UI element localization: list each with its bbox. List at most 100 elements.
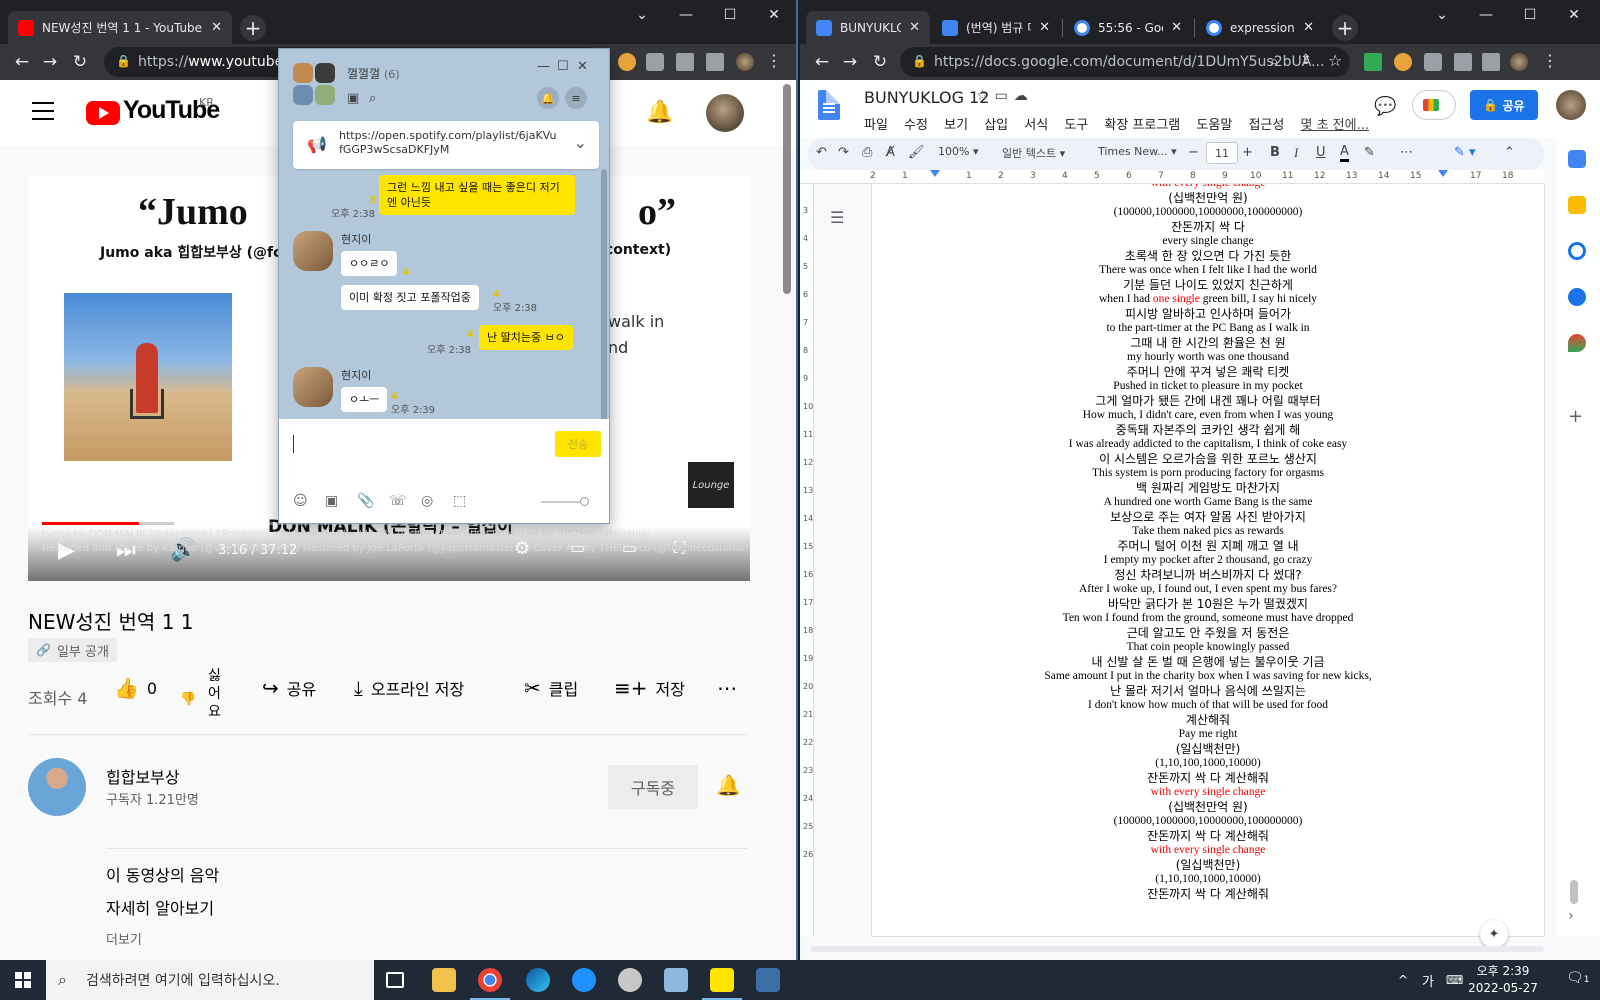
clip-button[interactable]: ✂ 클립: [524, 676, 578, 700]
page-scrollbar[interactable]: [783, 84, 791, 294]
back-icon[interactable]: ←: [810, 50, 834, 74]
decrease-font-icon[interactable]: −: [1188, 145, 1199, 160]
group-profile-picture[interactable]: [293, 63, 335, 105]
capture-icon[interactable]: ⬚: [453, 493, 466, 509]
editing-mode-icon[interactable]: ✎ ▾: [1454, 145, 1476, 160]
attach-file-icon[interactable]: 📎: [357, 493, 374, 509]
download-button[interactable]: ⤓ 오프라인 저장: [354, 676, 464, 700]
font-select[interactable]: Times New... ▾: [1098, 145, 1177, 158]
tab-search-icon[interactable]: ⌄: [1420, 0, 1464, 30]
forward-icon[interactable]: →: [838, 50, 862, 74]
close-tab-icon[interactable]: ✕: [1303, 20, 1314, 35]
taskbar-search-box[interactable]: ⌕ 검색하려면 여기에 입력하십시오.: [46, 960, 374, 1000]
task-view-icon[interactable]: [386, 972, 404, 988]
account-avatar[interactable]: [706, 94, 744, 132]
tasks-icon[interactable]: [1568, 242, 1586, 260]
notepad-icon[interactable]: [756, 968, 780, 992]
my-message-bubble[interactable]: 난 딸치는중 ㅂㅇ: [479, 325, 573, 350]
calendar-icon[interactable]: [1568, 150, 1586, 168]
windows-start-icon[interactable]: [0, 960, 46, 1000]
close-tab-icon[interactable]: ✕: [211, 20, 222, 35]
paint-icon[interactable]: [618, 968, 642, 992]
meet-button[interactable]: [1412, 90, 1456, 120]
close-tab-icon[interactable]: ✕: [1171, 20, 1182, 35]
hamburger-menu-icon[interactable]: [32, 102, 54, 120]
send-button[interactable]: 전송: [555, 431, 601, 457]
notice-link[interactable]: https://open.spotify.com/playlist/6jaKVu…: [339, 129, 559, 157]
menu-view[interactable]: 보기: [944, 118, 968, 133]
side-panel-icon[interactable]: [1482, 53, 1500, 71]
extension-icon[interactable]: [618, 53, 636, 71]
channel-avatar[interactable]: [28, 758, 86, 816]
explore-icon[interactable]: ✦: [1480, 920, 1508, 948]
maximize-button[interactable]: ☐: [708, 0, 752, 30]
star-icon[interactable]: ☆: [976, 88, 995, 104]
minimize-button[interactable]: —: [664, 0, 708, 30]
like-button[interactable]: 👍 0: [114, 676, 157, 700]
menu-kebab-icon[interactable]: ⋮: [1542, 51, 1560, 70]
menu-format[interactable]: 서식: [1024, 118, 1048, 133]
subscription-bell-icon[interactable]: 🔔: [716, 773, 741, 797]
forward-icon[interactable]: →: [38, 50, 62, 74]
extension-icon[interactable]: [1364, 53, 1382, 71]
more-tools-icon[interactable]: ⋯: [1400, 145, 1413, 160]
menu-file[interactable]: 파일: [864, 118, 888, 133]
menu-edit[interactable]: 수정: [904, 118, 928, 133]
reload-icon[interactable]: ↻: [868, 50, 892, 74]
reload-icon[interactable]: ↻: [68, 50, 92, 74]
share-button[interactable]: ↪ 공유: [262, 676, 316, 700]
tab-google-expression[interactable]: expression to ✕: [1196, 11, 1324, 44]
tab-youtube[interactable]: NEW성진 번역 1 1 - YouTube ✕: [8, 11, 232, 44]
menu-extensions[interactable]: 확장 프로그램: [1104, 118, 1180, 133]
italic-icon[interactable]: I: [1294, 145, 1298, 161]
comment-history-icon[interactable]: 💬: [1374, 96, 1396, 117]
menu-kebab-icon[interactable]: ⋮: [766, 51, 784, 70]
privacy-badge[interactable]: 🔗 일부 공개: [28, 638, 117, 662]
their-message-bubble[interactable]: 이미 확정 짓고 포폴작업중: [341, 285, 479, 310]
maximize-button[interactable]: ☐: [1508, 0, 1552, 30]
menu-accessibility[interactable]: 접근성: [1248, 118, 1284, 133]
puzzle-icon[interactable]: [646, 53, 664, 71]
close-window-button[interactable]: ✕: [752, 0, 796, 30]
notifications-bell-icon[interactable]: 🔔: [646, 100, 673, 125]
underline-icon[interactable]: U: [1316, 145, 1326, 160]
snipping-tool-icon[interactable]: [664, 968, 688, 992]
expand-panel-icon[interactable]: ›: [1568, 908, 1586, 926]
chevron-down-icon[interactable]: ⌄: [574, 133, 587, 152]
profile-avatar[interactable]: [1510, 53, 1528, 71]
contacts-icon[interactable]: [1568, 288, 1586, 306]
show-more-link[interactable]: 더보기: [106, 929, 142, 948]
share-button[interactable]: 🔒 공유: [1470, 90, 1538, 120]
document-scrollbar[interactable]: [1570, 880, 1578, 904]
print-icon[interactable]: ⎙: [862, 145, 872, 160]
document-outline-icon[interactable]: ☰: [830, 208, 844, 227]
search-icon[interactable]: ⌕: [369, 91, 376, 106]
tab-docs-bunyuklog[interactable]: BUNYUKLOG 12 ✕: [806, 11, 930, 44]
tab-search-icon[interactable]: ⌄: [620, 0, 664, 30]
save-button[interactable]: ≡+ 저장: [614, 676, 685, 700]
document-title[interactable]: BUNYUKLOG 12: [864, 88, 989, 107]
tray-chevron-icon[interactable]: ^: [1398, 960, 1408, 1000]
opacity-slider[interactable]: [541, 497, 589, 506]
profile-avatar[interactable]: [736, 53, 754, 71]
horizontal-ruler[interactable]: 21 123 456 789 10 11 12 13 14 15 17 18: [800, 170, 1544, 184]
sender-avatar[interactable]: [293, 367, 333, 407]
bookmark-star-icon[interactable]: ☆: [1328, 51, 1346, 70]
more-actions-icon[interactable]: ⋯: [717, 676, 737, 700]
maps-icon[interactable]: [1568, 334, 1586, 352]
drawer-icon[interactable]: ▣: [347, 91, 359, 106]
new-tab-button[interactable]: +: [240, 15, 266, 41]
side-panel-icon[interactable]: [706, 53, 724, 71]
extension-icon[interactable]: [1394, 53, 1412, 71]
bold-icon[interactable]: B: [1270, 145, 1280, 160]
vertical-ruler[interactable]: 345 678 9 10 11 12 13 14 15 16 17 18 19 20 21 22 2…: [800, 184, 814, 936]
undo-icon[interactable]: ↶: [816, 145, 827, 160]
menu-icon[interactable]: ≡: [565, 87, 587, 109]
last-edit-link[interactable]: 몇 초 전에...: [1300, 118, 1369, 133]
channel-watermark[interactable]: Lounge: [688, 462, 734, 508]
channel-name[interactable]: 힙합보부상: [106, 764, 180, 788]
close-button[interactable]: ✕: [577, 59, 588, 74]
maximize-button[interactable]: ☐: [557, 59, 569, 74]
highlight-icon[interactable]: ✎: [1364, 145, 1375, 160]
reading-list-icon[interactable]: [1454, 53, 1472, 71]
